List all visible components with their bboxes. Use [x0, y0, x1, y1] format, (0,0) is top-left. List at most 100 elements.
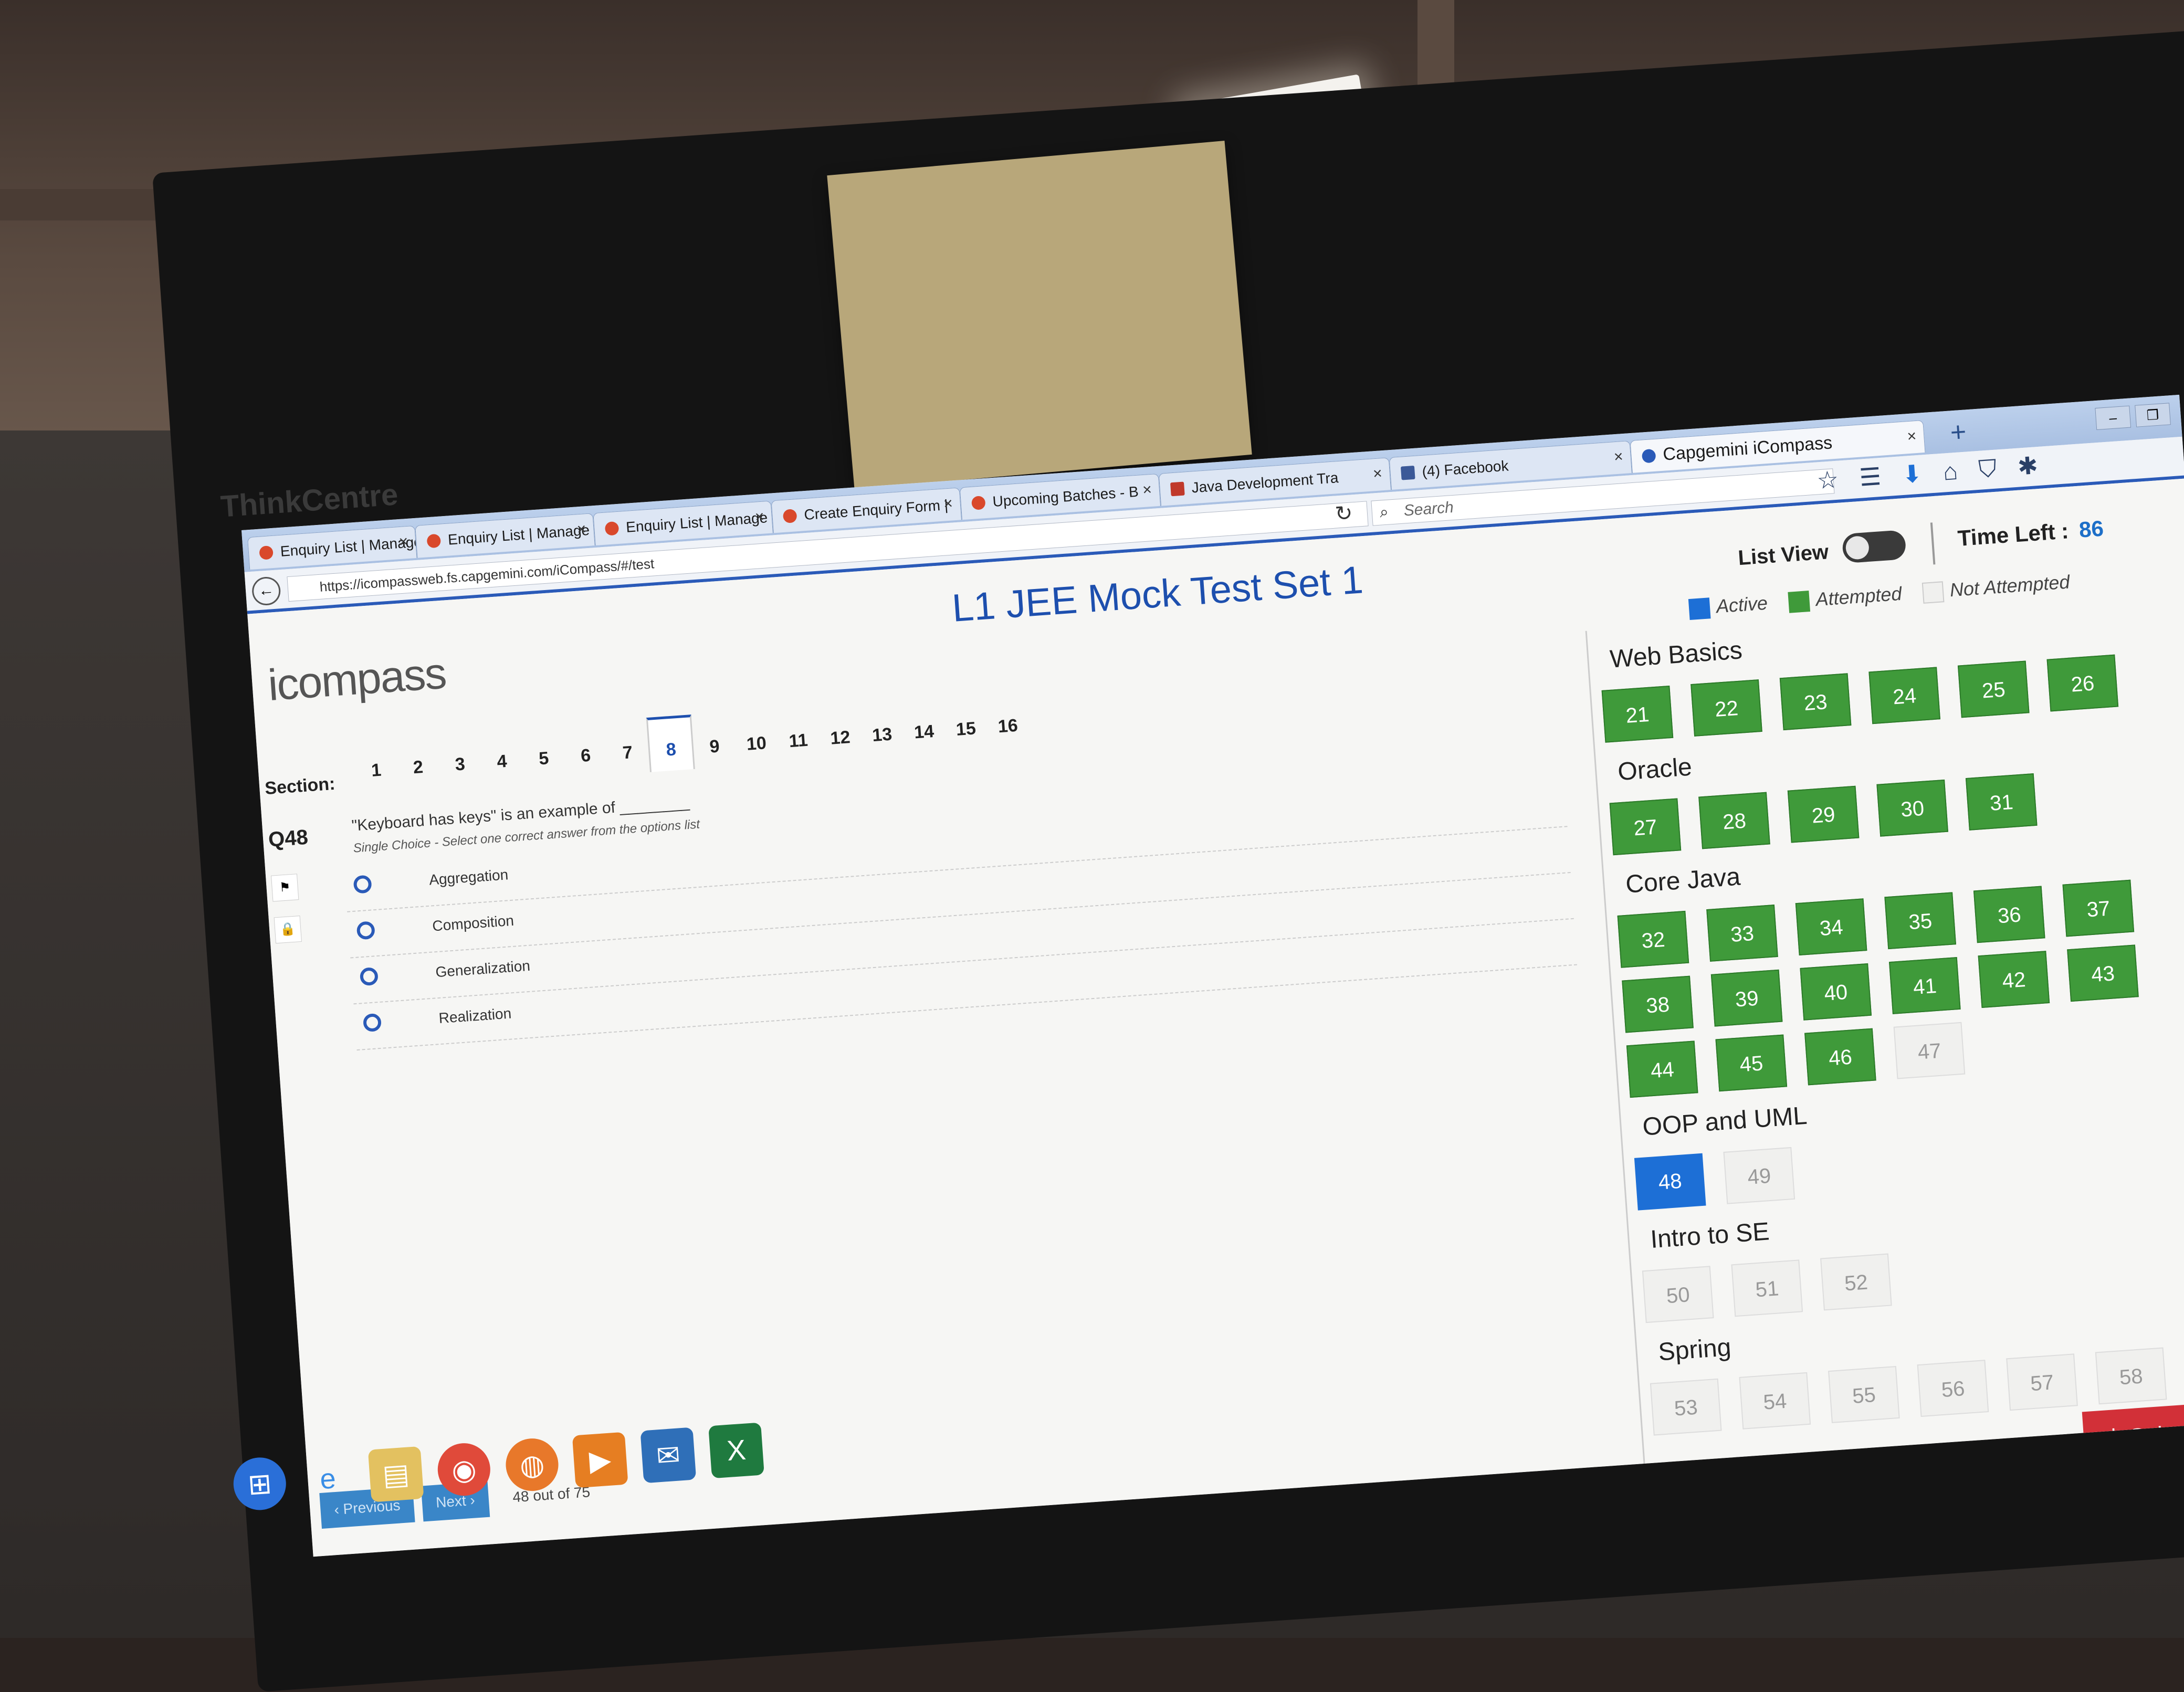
section-tab[interactable]: 13 — [860, 713, 905, 757]
section-tab[interactable]: 1 — [354, 749, 398, 793]
time-left-value: 86 — [2078, 516, 2105, 542]
legend-label: Active — [1715, 592, 1769, 617]
question-button-attempted[interactable]: 42 — [1978, 951, 2050, 1008]
question-button-attempted[interactable]: 43 — [2067, 944, 2139, 1002]
bookmark-star-icon[interactable]: ☆ — [1816, 465, 1840, 496]
question-button-attempted[interactable]: 35 — [1884, 892, 1957, 950]
close-tab-icon[interactable]: × — [754, 508, 765, 527]
search-icon: ⌕ — [1379, 503, 1389, 521]
close-tab-icon[interactable]: × — [1372, 465, 1383, 483]
question-button-not-attempted[interactable]: 54 — [1739, 1372, 1811, 1430]
close-tab-icon[interactable]: × — [576, 520, 587, 539]
question-button-not-attempted[interactable]: 55 — [1828, 1366, 1900, 1423]
question-button-not-attempted[interactable]: 56 — [1917, 1360, 1989, 1417]
question-button-attempted[interactable]: 44 — [1626, 1041, 1698, 1098]
close-tab-icon[interactable]: × — [1142, 481, 1152, 499]
favicon-icon — [259, 545, 274, 560]
favicon-icon — [426, 533, 442, 548]
section-tab[interactable]: 4 — [479, 740, 524, 784]
file-explorer-icon[interactable]: ▤ — [368, 1446, 424, 1502]
section-tab[interactable]: 16 — [985, 704, 1030, 748]
question-button-attempted[interactable]: 45 — [1715, 1034, 1788, 1092]
media-player-icon[interactable]: ▶ — [572, 1432, 628, 1488]
ie-icon[interactable]: e — [300, 1451, 356, 1507]
radio-button[interactable] — [362, 1013, 382, 1033]
close-tab-icon[interactable]: × — [1613, 448, 1624, 466]
section-tab[interactable]: 2 — [396, 745, 440, 790]
back-icon[interactable]: ← — [251, 576, 282, 606]
radio-button[interactable] — [356, 921, 375, 940]
favicon-icon — [971, 495, 986, 510]
excel-icon[interactable]: X — [708, 1422, 764, 1479]
radio-button[interactable] — [353, 875, 372, 894]
minimize-button[interactable]: – — [2095, 405, 2132, 430]
question-button-attempted[interactable]: 38 — [1622, 975, 1694, 1033]
question-button-attempted[interactable]: 31 — [1965, 773, 2038, 831]
question-button-attempted[interactable]: 40 — [1800, 963, 1872, 1021]
windows-start-icon[interactable]: ⊞ — [232, 1455, 288, 1512]
lock-icon[interactable]: 🔒 — [274, 916, 302, 944]
question-button-attempted[interactable]: 39 — [1710, 969, 1783, 1027]
question-button-not-attempted[interactable]: 49 — [1723, 1147, 1796, 1204]
question-button-attempted[interactable]: 32 — [1617, 910, 1689, 968]
section-tab[interactable]: 9 — [692, 724, 737, 769]
close-tab-icon[interactable]: × — [943, 495, 953, 513]
maximize-button[interactable]: ❐ — [2135, 403, 2171, 427]
close-tab-icon[interactable]: × — [398, 533, 409, 551]
section-tab[interactable]: 12 — [818, 716, 863, 760]
question-button-attempted[interactable]: 30 — [1876, 779, 1949, 837]
section-tab[interactable]: 5 — [521, 737, 566, 781]
reload-icon[interactable]: ↻ — [1334, 501, 1353, 526]
question-button-not-attempted[interactable]: 57 — [2006, 1353, 2078, 1411]
legend-swatch — [1922, 581, 1945, 604]
section-tab[interactable]: 10 — [734, 722, 779, 766]
question-button-not-attempted[interactable]: 53 — [1650, 1378, 1722, 1436]
radio-button[interactable] — [359, 966, 379, 986]
section-tab[interactable]: 11 — [776, 719, 821, 763]
section-tab[interactable]: 14 — [901, 710, 946, 754]
test-page: icompass L1 JEE Mock Test Set 1 List Vie… — [247, 478, 2184, 1557]
question-button-attempted[interactable]: 22 — [1690, 679, 1762, 737]
tab-label: Enquiry List | Manage — [625, 509, 769, 535]
extension-icon[interactable]: ✱ — [2017, 451, 2039, 482]
section-tab[interactable]: 7 — [605, 731, 650, 775]
question-button-attempted[interactable]: 34 — [1795, 898, 1867, 956]
question-button-not-attempted[interactable]: 58 — [2095, 1347, 2167, 1405]
firefox-icon[interactable]: ◍ — [504, 1436, 560, 1493]
download-icon[interactable]: ⬇ — [1901, 459, 1923, 490]
section-tab[interactable]: 6 — [563, 734, 608, 778]
list-view-toggle[interactable] — [1841, 530, 1907, 564]
pocket-icon[interactable]: ⛉ — [1978, 454, 1998, 485]
question-button-not-attempted[interactable]: 51 — [1731, 1259, 1803, 1317]
time-left: Time Left : 86 — [1957, 516, 2104, 551]
section-tab[interactable]: 15 — [943, 707, 988, 751]
legend-attempted: Attempted — [1788, 583, 1903, 614]
question-button-attempted[interactable]: 25 — [1957, 660, 2030, 718]
question-button-attempted[interactable]: 33 — [1706, 905, 1778, 962]
question-button-active[interactable]: 48 — [1634, 1153, 1706, 1211]
question-button-attempted[interactable]: 23 — [1779, 673, 1852, 731]
question-button-not-attempted[interactable]: 52 — [1820, 1253, 1892, 1311]
question-button-not-attempted[interactable]: 50 — [1642, 1266, 1714, 1323]
question-button-attempted[interactable]: 28 — [1698, 792, 1770, 849]
question-button-attempted[interactable]: 27 — [1609, 798, 1682, 856]
section-tab[interactable]: 3 — [438, 742, 482, 786]
outlook-icon[interactable]: ✉ — [640, 1427, 697, 1484]
flag-icon[interactable]: ⚑ — [271, 874, 299, 902]
question-button-attempted[interactable]: 46 — [1804, 1028, 1876, 1086]
question-button-not-attempted[interactable]: 47 — [1893, 1022, 1966, 1079]
bookmarks-list-icon[interactable]: ☰ — [1858, 462, 1882, 493]
chrome-icon[interactable]: ◉ — [436, 1441, 492, 1498]
question-button-attempted[interactable]: 36 — [1973, 886, 2045, 943]
question-button-attempted[interactable]: 24 — [1868, 667, 1941, 724]
option-label: Composition — [432, 912, 514, 934]
question-button-attempted[interactable]: 41 — [1888, 957, 1961, 1014]
home-icon[interactable]: ⌂ — [1942, 457, 1959, 487]
question-button-attempted[interactable]: 21 — [1601, 685, 1674, 743]
question-button-attempted[interactable]: 37 — [2062, 879, 2135, 937]
question-button-attempted[interactable]: 26 — [2046, 654, 2119, 712]
close-tab-icon[interactable]: × — [1907, 427, 1917, 446]
new-tab-button[interactable]: + — [1949, 416, 1967, 448]
question-button-attempted[interactable]: 29 — [1787, 785, 1860, 843]
section-tab-current[interactable]: 8 — [646, 714, 695, 772]
